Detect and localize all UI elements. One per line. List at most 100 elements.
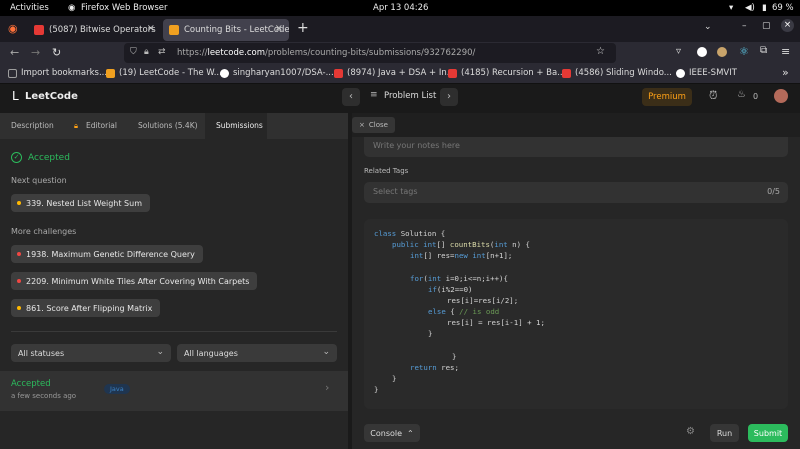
challenge-chip[interactable]: 1938. Maximum Genetic Difference Query [11,245,203,263]
code-line: } [374,385,379,394]
list-tabs-icon[interactable]: ⌄ [704,22,712,32]
prev-problem-button[interactable]: ‹ [342,88,360,106]
app-name[interactable]: Firefox Web Browser [81,3,168,13]
bookmarks-toolbar: Import bookmarks... (19) LeetCode - The … [0,64,800,84]
tags-select[interactable]: Select tags 0/5 [364,182,788,203]
menu-icon[interactable]: ≡ [781,45,790,58]
url-bar[interactable]: ⛉ 🔒︎ ⇄ https://leetcode.com/problems/cou… [124,43,616,63]
chevron-down-icon: ⌄ [156,347,164,357]
extensions-icon[interactable]: ⧉ [760,45,767,56]
next-question-heading: Next question [11,176,67,185]
run-button[interactable]: Run [710,424,739,442]
avatar[interactable] [774,89,788,103]
list-icon: ≡ [370,90,378,100]
submit-button[interactable]: Submit [748,424,788,442]
clock[interactable]: Apr 13 04:26 [373,3,428,13]
leetcode-logo-icon[interactable]: ᒪ [12,89,19,103]
code-line: int[] res=new int[n+1]; [410,251,513,260]
pocket-icon[interactable]: ▿ [676,46,681,57]
next-problem-button[interactable]: › [440,88,458,106]
bookmark-item[interactable]: (4185) Recursion + Ba... [448,68,565,78]
accepted-status: Accepted [28,153,70,163]
close-tab-icon[interactable]: × [275,23,283,34]
tab-editorial[interactable]: Editorial [86,113,117,139]
language-filter-select[interactable]: All languages ⌄ [177,344,337,362]
code-line: res[i] = res[i-1] + 1; [447,318,545,327]
bookmark-item[interactable]: (4586) Sliding Windo... [562,68,672,78]
left-panel: Description 🔒︎ Editorial Solutions (5.4K… [0,113,348,449]
related-tags-label: Related Tags [364,167,409,175]
import-icon [8,68,17,78]
tab-title: Counting Bits - LeetCode [184,25,289,35]
forward-icon[interactable]: → [31,46,40,59]
bookmark-item[interactable]: (8974) Java + DSA + In... [334,68,455,78]
code-line: class Solution { [374,229,446,238]
code-editor[interactable]: class Solution { public int[] countBits(… [364,219,788,409]
minimize-icon[interactable]: – [742,21,747,31]
notes-textarea[interactable]: Write your notes here [364,137,788,157]
difficulty-dot [17,306,21,310]
back-icon[interactable]: ← [10,46,19,59]
console-button[interactable]: Console ⌃ [364,424,420,442]
battery-percent: 69 % [772,3,794,13]
debug-bug-icon[interactable]: ⚙ [686,426,695,437]
bookmark-item[interactable]: (19) LeetCode - The W... [106,68,222,78]
leetcode-favicon-icon [106,68,115,78]
extension-icon[interactable] [697,47,707,57]
react-devtools-icon[interactable]: ⚛ [739,45,749,58]
close-icon: × [359,121,365,129]
new-tab-button[interactable]: + [297,20,309,36]
lock-icon[interactable]: 🔒︎ [144,47,149,57]
close-tab-icon[interactable]: × [147,23,155,34]
more-bookmarks-icon[interactable]: » [782,66,789,79]
status-filter-select[interactable]: All statuses ⌄ [11,344,171,362]
notes-header [352,113,800,137]
next-question-chip[interactable]: 339. Nested List Weight Sum [11,194,150,212]
reload-icon[interactable]: ↻ [52,46,61,59]
code-line: return res; [410,363,459,372]
activities-button[interactable]: Activities [10,3,49,13]
maximize-icon[interactable]: ▢ [762,21,771,31]
tab-solutions[interactable]: Solutions (5.4K) [138,113,198,139]
lock-icon: 🔒︎ [74,121,78,130]
bookmark-star-icon[interactable]: ☆ [596,46,605,57]
extension-face-icon[interactable] [717,47,727,57]
streak-count: 0 [753,92,759,101]
difficulty-dot [17,201,21,205]
check-circle-icon: ✓ [11,152,22,163]
challenge-chip[interactable]: 2209. Minimum White Tiles After Covering… [11,272,258,290]
firefox-view-icon[interactable]: ◉ [8,22,18,35]
code-line: res[i]=res[i/2]; [447,296,519,305]
permissions-icon[interactable]: ⇄ [158,47,166,57]
submission-status: Accepted [11,379,51,389]
tab-description[interactable]: Description [11,113,54,139]
bookmark-item[interactable]: singharyan1007/DSA-... [220,68,334,78]
tab-submissions[interactable]: Submissions [205,113,267,139]
leetcode-logo-text[interactable]: LeetCode [25,91,78,102]
challenge-chip[interactable]: 861. Score After Flipping Matrix [11,299,161,317]
close-window-icon[interactable]: × [781,19,794,32]
premium-button[interactable]: Premium [642,88,692,106]
close-button[interactable]: × Close [352,117,395,133]
difficulty-dot [17,252,21,256]
github-icon [676,68,685,78]
chevron-up-icon: ⌃ [407,428,414,438]
code-line: } [428,329,433,338]
browser-tab-bitwise[interactable]: (5087) Bitwise Operators × [28,19,161,41]
flame-icon[interactable]: ♨ [737,89,746,100]
tags-count: 0/5 [767,187,780,196]
submission-row[interactable]: Accepted a few seconds ago Java › [0,371,348,411]
code-line: public int[] countBits(int n) { [392,240,530,249]
alarm-clock-icon[interactable]: ⏰︎ [709,89,718,103]
browser-tab-leetcode[interactable]: Counting Bits - LeetCode × [163,19,289,41]
leetcode-header: ᒪ LeetCode ‹ ≡ Problem List › Premium ⏰︎… [0,84,800,110]
bookmark-item[interactable]: IEEE-SMVIT [676,68,737,78]
bookmark-item[interactable]: Import bookmarks... [8,68,107,78]
github-icon [220,68,229,78]
navigation-toolbar: ← → ↻ ⛉ 🔒︎ ⇄ https://leetcode.com/proble… [0,42,800,64]
problem-list-link[interactable]: Problem List [384,91,436,101]
youtube-favicon-icon [34,25,44,35]
shield-icon[interactable]: ⛉ [130,47,137,57]
firefox-app-icon: ◉ [68,3,76,13]
youtube-icon [562,68,571,78]
